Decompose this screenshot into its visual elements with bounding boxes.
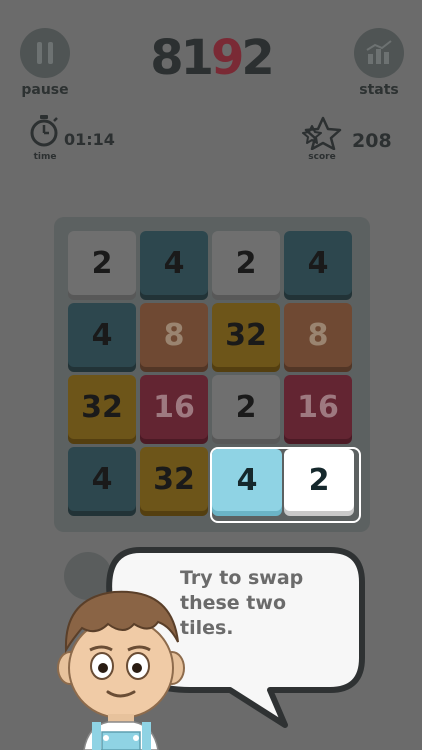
tile[interactable]: 2 xyxy=(212,231,280,295)
boy-character-icon xyxy=(57,590,185,750)
tile[interactable]: 4 xyxy=(68,447,136,511)
tile[interactable]: 2 xyxy=(212,375,280,439)
tile[interactable]: 32 xyxy=(140,447,208,511)
tile[interactable]: 32 xyxy=(68,375,136,439)
tile[interactable]: 16 xyxy=(140,375,208,439)
stopwatch-icon xyxy=(30,115,58,147)
tutorial-text: Try to swap these two tiles. xyxy=(180,567,304,639)
time-value: 01:14 xyxy=(64,130,115,149)
tile[interactable]: 16 xyxy=(284,375,352,439)
stats-button[interactable]: stats xyxy=(354,28,404,98)
highlighted-tile-blue[interactable]: 4 xyxy=(212,449,282,511)
tile[interactable]: 2 xyxy=(68,231,136,295)
tile[interactable]: 4 xyxy=(284,231,352,295)
highlighted-tile-white[interactable]: 2 xyxy=(284,449,354,511)
tile[interactable]: 4 xyxy=(140,231,208,295)
score-value: 208 xyxy=(352,130,392,152)
tile[interactable]: 32 xyxy=(212,303,280,367)
time-label: time xyxy=(33,152,57,162)
game-board: 2 4 2 4 4 8 32 8 32 16 2 16 4 32 4 2 xyxy=(54,217,370,532)
stats-label: stats xyxy=(359,82,399,98)
score-label: score xyxy=(308,152,336,162)
tile[interactable]: 8 xyxy=(284,303,352,367)
tile[interactable]: 8 xyxy=(140,303,208,367)
star-icon xyxy=(302,116,342,150)
stats-icon xyxy=(354,28,404,78)
tile[interactable]: 4 xyxy=(68,303,136,367)
